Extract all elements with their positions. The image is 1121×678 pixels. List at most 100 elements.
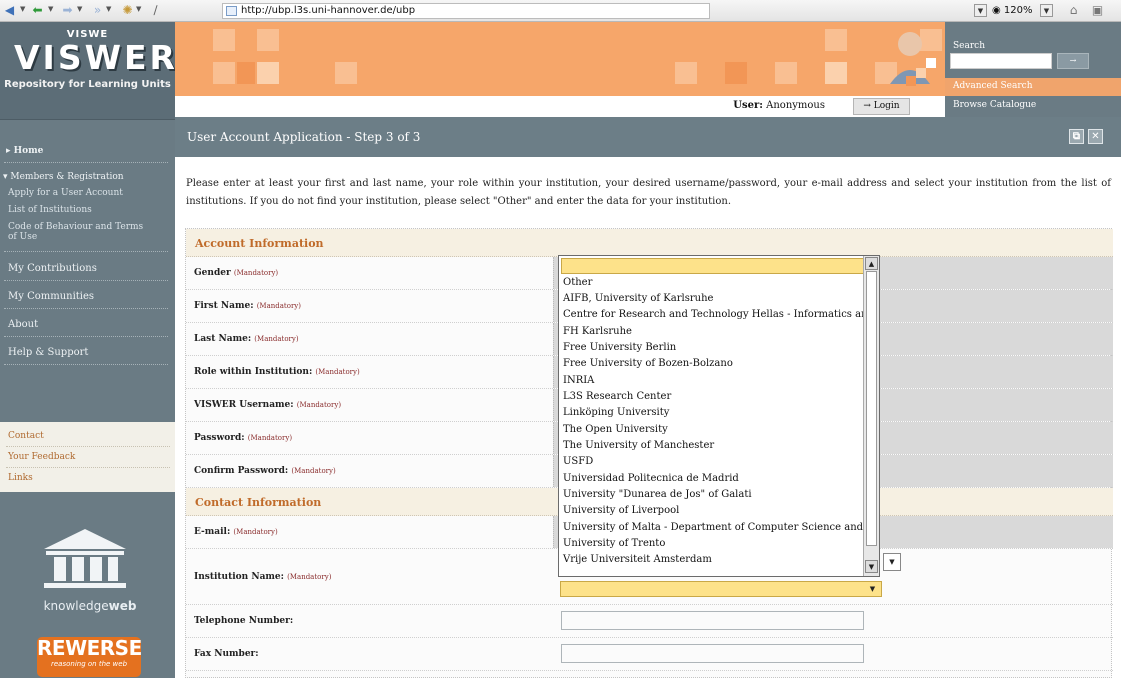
knowledgeweb-building-icon[interactable] — [40, 527, 130, 589]
chevron-down-icon[interactable]: ▼ — [106, 5, 111, 13]
dropdown-scrollbar[interactable]: ▲ ▼ — [863, 256, 879, 576]
zoom-control[interactable]: ◉ 120% — [992, 3, 1033, 19]
chevron-down-icon[interactable]: ▼ — [48, 5, 53, 13]
back-arrow-icon[interactable]: ⬅ — [30, 3, 45, 18]
dropdown-option[interactable]: University of Liverpool — [563, 505, 679, 516]
link-feedback[interactable]: Your Feedback — [8, 452, 75, 462]
dropdown-option[interactable]: The Open University — [563, 424, 668, 435]
sidebar-item-members[interactable]: ▾ Members & Registration — [3, 172, 124, 182]
caret-right-icon: ▸ — [6, 146, 14, 156]
telephone-input[interactable] — [561, 611, 864, 630]
dropdown-selected-empty[interactable] — [561, 258, 864, 274]
ie-back-icon[interactable]: ◀ — [2, 3, 17, 18]
page-icon — [226, 6, 237, 16]
sidebar-item-about[interactable]: About — [8, 319, 38, 330]
link-links[interactable]: Links — [8, 473, 33, 483]
knowledgeweb-logo-text[interactable]: knowledgeweb — [30, 599, 150, 613]
section-account: Account Information — [186, 229, 1113, 257]
fax-input[interactable] — [561, 644, 864, 663]
sidebar-subitem-code[interactable]: Code of Behaviour and Terms — [8, 222, 143, 232]
page-title-bar: User Account Application - Step 3 of 3 ⧉… — [175, 117, 1121, 157]
close-icon[interactable]: ✕ — [1088, 129, 1103, 144]
url-text: http://ubp.l3s.uni-hannover.de/ubp — [241, 5, 416, 16]
scroll-up-icon[interactable]: ▲ — [865, 257, 878, 270]
zoom-dropdown-icon[interactable]: ▼ — [1040, 4, 1053, 17]
dropdown-option[interactable]: University of Trento — [563, 538, 665, 549]
dropdown-option[interactable]: Other — [563, 277, 592, 288]
contact-links: Contact Your Feedback Links — [0, 422, 175, 492]
sidebar-item-communities[interactable]: My Communities — [8, 291, 94, 302]
advanced-search-link[interactable]: Advanced Search — [945, 78, 1121, 96]
divider — [4, 336, 168, 337]
view-dropdown-icon[interactable]: ▼ — [974, 4, 987, 17]
fast-forward-icon[interactable]: » — [90, 3, 105, 18]
lock-icon[interactable]: ⌂ — [1066, 3, 1081, 18]
chevron-down-icon[interactable]: ▼ — [20, 5, 25, 13]
inner-select-arrow-icon[interactable]: ▼ — [883, 553, 901, 571]
telephone-label: Telephone Number: — [194, 616, 294, 626]
dropdown-option[interactable]: Free University Berlin — [563, 342, 676, 353]
last-name-label: Last Name: (Mandatory) — [194, 334, 299, 344]
dropdown-option[interactable]: FH Karlsruhe — [563, 326, 632, 337]
address-bar[interactable]: http://ubp.l3s.uni-hannover.de/ubp — [222, 3, 710, 19]
sidebar-item-contributions[interactable]: My Contributions — [8, 263, 97, 274]
rewerse-logo[interactable]: REWERSE reasoning on the web — [37, 637, 142, 677]
browse-catalogue-link[interactable]: Browse Catalogue — [945, 97, 1121, 117]
person-photo-icon — [890, 32, 936, 86]
dropdown-option[interactable]: University "Dunarea de Jos" of Galati — [563, 489, 752, 500]
search-label: Search — [953, 41, 985, 51]
password-label: Password: (Mandatory) — [194, 433, 293, 443]
dropdown-option[interactable]: USFD — [563, 456, 593, 467]
email-label: E-mail: (Mandatory) — [194, 527, 278, 537]
viswer-logo[interactable]: VISWE VISWER Repository for Learning Uni… — [0, 22, 175, 120]
dropdown-option[interactable]: Centre for Research and Technology Hella… — [563, 309, 874, 320]
sidebar-subitem-institutions[interactable]: List of Institutions — [8, 205, 92, 215]
dropdown-option[interactable]: AIFB, University of Karlsruhe — [563, 293, 713, 304]
institution-label: Institution Name: (Mandatory) — [194, 571, 332, 582]
sidebar-item-help[interactable]: Help & Support — [8, 347, 88, 358]
dropdown-option[interactable]: Free University of Bozen-Bolzano — [563, 358, 733, 369]
first-name-label: First Name: (Mandatory) — [194, 301, 301, 311]
user-bar: User: Anonymous → Login — [175, 96, 945, 117]
chevron-down-icon[interactable]: ▼ — [136, 5, 141, 13]
row-telephone: Telephone Number: — [186, 605, 1113, 638]
dropdown-option[interactable]: The University of Manchester — [563, 440, 714, 451]
chevron-down-icon[interactable]: ▼ — [77, 5, 82, 13]
divider — [4, 162, 168, 163]
browser-toolbar: ◀ ▼ ⬅ ▼ ➡ ▼ » ▼ ✺ ▼ ∕ http://ubp.l3s.uni… — [0, 0, 1121, 22]
divider — [4, 364, 168, 365]
logo-tagline: Repository for Learning Units — [4, 79, 171, 90]
gender-label: Gender (Mandatory) — [194, 268, 279, 278]
divider — [6, 467, 170, 468]
scroll-down-icon[interactable]: ▼ — [865, 560, 878, 573]
fax-label: Fax Number: — [194, 649, 259, 659]
login-button[interactable]: → Login — [853, 98, 910, 115]
search-go-button[interactable]: → — [1057, 53, 1089, 69]
page-title: User Account Application - Step 3 of 3 — [187, 130, 421, 144]
forward-arrow-icon[interactable]: ➡ — [60, 3, 75, 18]
popout-icon[interactable]: ⧉ — [1069, 129, 1084, 144]
dropdown-option[interactable]: Vrije Universiteit Amsterdam — [563, 554, 712, 565]
sidebar-item-home[interactable]: ▸ Home — [6, 146, 43, 156]
sidebar-subitem-code-2[interactable]: of Use — [8, 232, 37, 242]
dropdown-option[interactable]: INRIA — [563, 375, 594, 386]
search-panel: Search → Advanced Search Browse Catalogu… — [945, 22, 1121, 117]
dropdown-option[interactable]: L3S Research Center — [563, 391, 671, 402]
dropdown-option[interactable]: University of Malta - Department of Comp… — [563, 522, 877, 533]
zoom-level: 120% — [1003, 5, 1033, 16]
search-input[interactable] — [950, 53, 1052, 69]
institution-select[interactable]: ▼ — [560, 581, 882, 597]
home-icon[interactable]: ✺ — [120, 3, 135, 18]
scroll-thumb[interactable] — [866, 271, 877, 546]
intro-text: Please enter at least your first and las… — [186, 178, 1111, 207]
settings-icon[interactable]: ▣ — [1090, 3, 1105, 18]
dropdown-option[interactable]: Linköping University — [563, 407, 669, 418]
dropdown-option[interactable]: Universidad Politecnica de Madrid — [563, 473, 739, 484]
username-label: VISWER Username: (Mandatory) — [194, 400, 342, 410]
row-fax: Fax Number: — [186, 638, 1113, 671]
eye-icon: ◉ — [992, 5, 1004, 16]
institution-dropdown-list[interactable]: Other AIFB, University of Karlsruhe Cent… — [558, 255, 880, 577]
link-contact[interactable]: Contact — [8, 431, 44, 441]
sidebar-subitem-apply[interactable]: Apply for a User Account — [8, 188, 123, 198]
pen-icon[interactable]: ∕ — [148, 3, 163, 18]
